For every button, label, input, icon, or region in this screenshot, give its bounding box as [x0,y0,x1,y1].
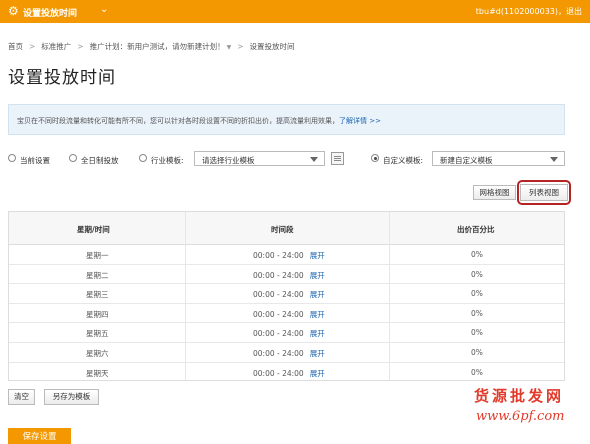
expand-link[interactable]: 展开 [310,329,325,338]
breadcrumb-plan[interactable]: 推广计划：新用户测试，请勿新建计划！ [90,42,225,51]
radio-current-settings[interactable] [8,154,16,162]
row-percent: 0% [471,250,483,259]
row-day: 星期五 [86,329,109,339]
radio-industry-template[interactable] [139,154,147,162]
row-percent: 0% [471,367,483,377]
table-row: 星期二 00:00 - 24:00 展开 0% [9,265,564,285]
expand-link[interactable]: 展开 [310,349,325,358]
industry-select-value: 请选择行业模板 [202,156,255,165]
table-row: 星期六 00:00 - 24:00 展开 0% [9,343,564,363]
template-list-icon[interactable] [331,152,344,165]
breadcrumb-current: 设置投放时间 [249,42,295,51]
row-day: 星期二 [86,270,109,280]
gear-icon[interactable]: ⚙ [8,4,19,18]
row-time-value: 00:00 - 24:00 [253,309,304,319]
site-watermark: 货源批发网 www.6pf.com [470,385,588,435]
row-time-value: 00:00 - 24:00 [253,368,304,378]
table-row: 星期三 00:00 - 24:00 展开 0% [9,284,564,304]
custom-select-value: 新建自定义模板 [440,156,493,165]
expand-link[interactable]: 展开 [310,290,325,299]
row-percent: 0% [471,328,483,338]
info-notice: 宝贝在不同时段流量和转化可能有所不同，您可以针对各时段设置不同的折扣出价，提高流… [8,104,565,135]
row-time: 00:00 - 24:00 展开 [253,270,325,281]
row-time-value: 00:00 - 24:00 [253,329,304,339]
radio-all-day-label: 全日制投放 [81,156,119,165]
notice-text: 宝贝在不同时段流量和转化可能有所不同，您可以针对各时段设置不同的折扣出价，提高流… [17,116,381,126]
dropdown-arrow-icon [310,157,318,162]
breadcrumb-separator: > [237,42,244,51]
row-time: 00:00 - 24:00 展开 [253,368,325,379]
template-options: 当前设置 全日制投放 行业模板: 请选择行业模板 自定义模板: 新建自定义模板 [0,151,590,167]
breadcrumb-separator: > [77,42,84,51]
row-time-value: 00:00 - 24:00 [253,270,304,280]
watermark-url: www.6pf.com [476,409,565,424]
row-day: 星期四 [86,309,109,319]
row-time: 00:00 - 24:00 展开 [253,309,325,320]
radio-custom-template[interactable] [371,154,379,162]
expand-link[interactable]: 展开 [310,369,325,378]
expand-link[interactable]: 展开 [310,271,325,280]
table-header: 星期/时间 时间段 出价百分比 [9,212,564,245]
row-day: 星期天 [86,368,109,378]
expand-link[interactable]: 展开 [310,251,325,260]
row-percent: 0% [471,308,483,318]
industry-template-select[interactable]: 请选择行业模板 [194,151,325,166]
breadcrumb-separator: > [29,42,36,51]
expand-link[interactable]: 展开 [310,310,325,319]
user-info[interactable]: tbu#d(1102000033)，退出 [476,6,582,17]
custom-template-select[interactable]: 新建自定义模板 [432,151,565,166]
row-time-value: 00:00 - 24:00 [253,251,304,260]
row-percent: 0% [471,348,483,357]
breadcrumb-home[interactable]: 首页 [8,42,23,51]
app-title[interactable]: 设置投放时间 [23,6,77,19]
list-view-highlight [517,180,571,205]
page-title: 设置投放时间 [8,68,116,88]
row-day: 星期三 [86,290,109,300]
row-day: 星期六 [86,349,109,358]
chevron-down-icon[interactable]: ▼ [227,44,232,51]
radio-custom-label: 自定义模板: [383,156,424,165]
row-time: 00:00 - 24:00 展开 [253,250,325,261]
row-percent: 0% [471,289,483,299]
header-time-range: 时间段 [271,225,294,234]
notice-message: 宝贝在不同时段流量和转化可能有所不同，您可以针对各时段设置不同的折扣出价，提高流… [17,117,339,125]
schedule-table: 星期/时间 时间段 出价百分比 星期一 00:00 - 24:00 展开 0% 星… [8,211,565,381]
radio-current-label: 当前设置 [20,156,50,165]
save-as-template-button[interactable]: 另存为模板 [44,389,99,405]
header-bid-percent: 出价百分比 [457,225,495,234]
row-time: 00:00 - 24:00 展开 [253,289,325,300]
chevron-down-icon[interactable]: ⌄ [100,4,108,15]
row-day: 星期一 [86,251,109,260]
grid-view-button[interactable]: 网格视图 [473,185,516,200]
breadcrumb: 首页 > 标准推广 > 推广计划：新用户测试，请勿新建计划！ ▼ > 设置投放时间 [8,41,295,52]
radio-all-day[interactable] [69,154,77,162]
clear-button[interactable]: 清空 [8,389,35,405]
row-time-value: 00:00 - 24:00 [253,290,304,300]
row-percent: 0% [471,269,483,279]
header-day: 星期/时间 [77,225,110,234]
radio-industry-label: 行业模板: [151,156,184,165]
row-time-value: 00:00 - 24:00 [253,349,304,358]
dropdown-arrow-icon [550,157,558,162]
top-bar: ⚙ 设置投放时间 ⌄ tbu#d(1102000033)，退出 [0,0,590,23]
table-row: 星期四 00:00 - 24:00 展开 0% [9,304,564,324]
save-settings-button[interactable]: 保存设置 [8,428,71,444]
row-time: 00:00 - 24:00 展开 [253,328,325,339]
watermark-text: 货源批发网 [474,387,565,405]
table-row: 星期天 00:00 - 24:00 展开 0% [9,363,564,383]
learn-more-link[interactable]: 了解详情 >> [339,117,381,125]
table-row: 星期一 00:00 - 24:00 展开 0% [9,245,564,265]
table-row: 星期五 00:00 - 24:00 展开 0% [9,323,564,343]
breadcrumb-standard[interactable]: 标准推广 [41,42,71,51]
row-time: 00:00 - 24:00 展开 [253,348,325,359]
